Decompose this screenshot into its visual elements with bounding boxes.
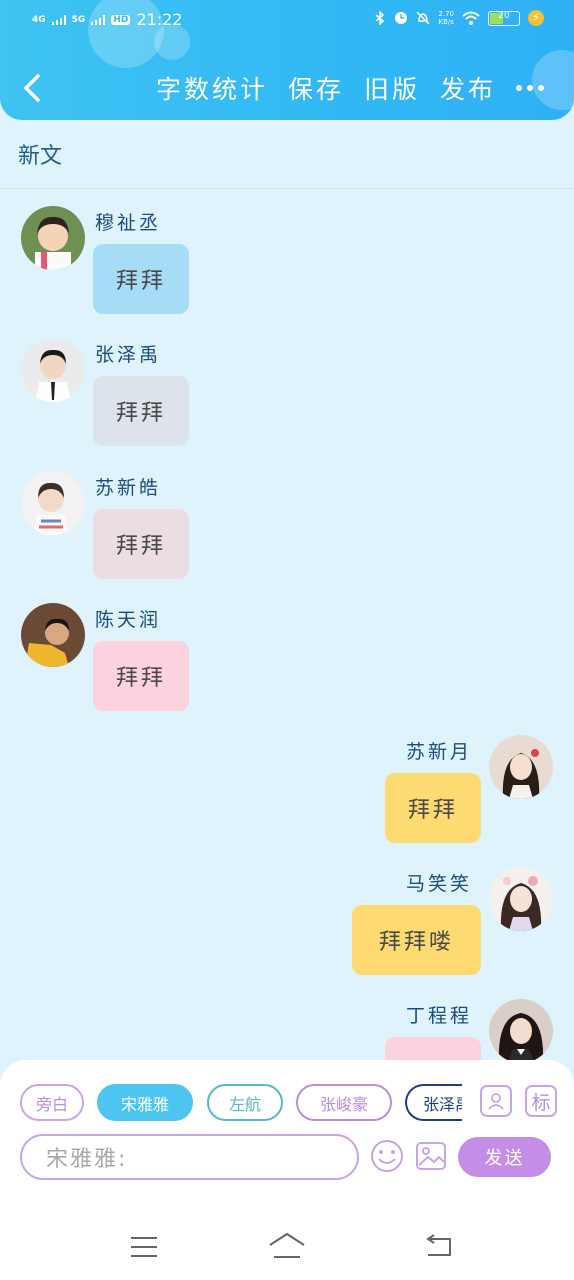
signal-bars-icon — [51, 14, 66, 25]
sender-name: 丁程程 — [406, 1005, 473, 1027]
girl-portrait-avatar[interactable] — [489, 735, 553, 799]
signal-5g: 5G — [71, 14, 86, 25]
boy-yellow-shirt-avatar[interactable] — [21, 603, 85, 667]
bluetooth-icon — [375, 11, 385, 25]
message-bubble[interactable]: 拜拜 — [93, 641, 189, 711]
role-chip[interactable]: 张泽禹 — [405, 1084, 462, 1121]
message-input[interactable]: 宋雅雅: — [20, 1134, 359, 1180]
input-panel: 旁白 宋雅雅 左航 张峻豪 张泽禹 标 宋雅雅: 发送 — [0, 1060, 574, 1213]
sender-name: 穆祉丞 — [95, 212, 162, 234]
role-chip[interactable]: 左航 — [207, 1084, 283, 1121]
message-bubble[interactable]: 拜拜 — [385, 773, 481, 843]
save-button[interactable]: 保存 — [288, 70, 344, 106]
clock: 21:22 — [136, 10, 183, 29]
role-chip-selected[interactable]: 宋雅雅 — [97, 1084, 193, 1121]
person-icon[interactable] — [480, 1085, 512, 1117]
menu-icon[interactable] — [130, 1235, 158, 1259]
signal-4g: 4G — [32, 14, 46, 25]
role-chip-narrator[interactable]: 旁白 — [20, 1084, 84, 1121]
message-bubble[interactable]: 拜拜喽 — [352, 905, 481, 975]
sender-name: 苏新皓 — [95, 477, 162, 499]
old-version-button[interactable]: 旧版 — [364, 70, 420, 106]
hd-badge: HD — [111, 14, 131, 25]
tag-icon[interactable]: 标 — [525, 1085, 557, 1117]
status-bar: 4G 5G HD 21:22 2.70 KB/s 20 ⚡ — [32, 8, 544, 36]
divider — [0, 188, 574, 189]
emoji-icon[interactable] — [369, 1138, 405, 1174]
chevron-left-icon — [24, 74, 40, 102]
back-icon[interactable] — [422, 1233, 454, 1259]
signal-bars-icon — [91, 14, 106, 25]
sender-name: 苏新月 — [406, 741, 473, 763]
system-nav-bar — [0, 1213, 574, 1280]
publish-button[interactable]: 发布 — [440, 70, 496, 106]
wifi-icon — [462, 11, 480, 25]
word-count-button[interactable]: 字数统计 — [156, 70, 268, 106]
alarm-icon — [395, 12, 408, 24]
girl-dark-hair-avatar[interactable] — [489, 999, 553, 1063]
boy-portrait-avatar[interactable] — [21, 338, 85, 402]
message-bubble[interactable]: 拜拜 — [93, 376, 189, 446]
message-bubble[interactable]: 拜拜 — [93, 244, 189, 314]
boy-smiling-avatar[interactable] — [21, 471, 85, 535]
sender-name: 张泽禹 — [95, 344, 162, 366]
home-icon[interactable] — [268, 1231, 306, 1261]
girl-flower-avatar[interactable] — [489, 867, 553, 931]
message-bubble[interactable]: 拜拜 — [93, 509, 189, 579]
role-chip[interactable]: 张峻豪 — [296, 1084, 392, 1121]
header-actions: 字数统计 保存 旧版 发布 — [156, 70, 544, 106]
charging-icon: ⚡ — [528, 10, 544, 26]
app-header: 4G 5G HD 21:22 2.70 KB/s 20 ⚡ 字数统计 保存 旧版 … — [0, 0, 574, 120]
more-icon[interactable] — [516, 85, 544, 91]
network-speed: 2.70 KB/s — [438, 10, 454, 26]
battery-icon: 20 — [488, 10, 520, 26]
sender-name: 陈天润 — [95, 609, 162, 631]
send-button[interactable]: 发送 — [458, 1137, 551, 1177]
back-button[interactable] — [18, 68, 48, 108]
image-icon[interactable] — [415, 1140, 447, 1172]
document-title: 新文 — [18, 144, 63, 169]
child-photo-avatar[interactable] — [21, 206, 85, 270]
mute-icon — [416, 11, 430, 25]
sender-name: 马笑笑 — [406, 873, 473, 895]
